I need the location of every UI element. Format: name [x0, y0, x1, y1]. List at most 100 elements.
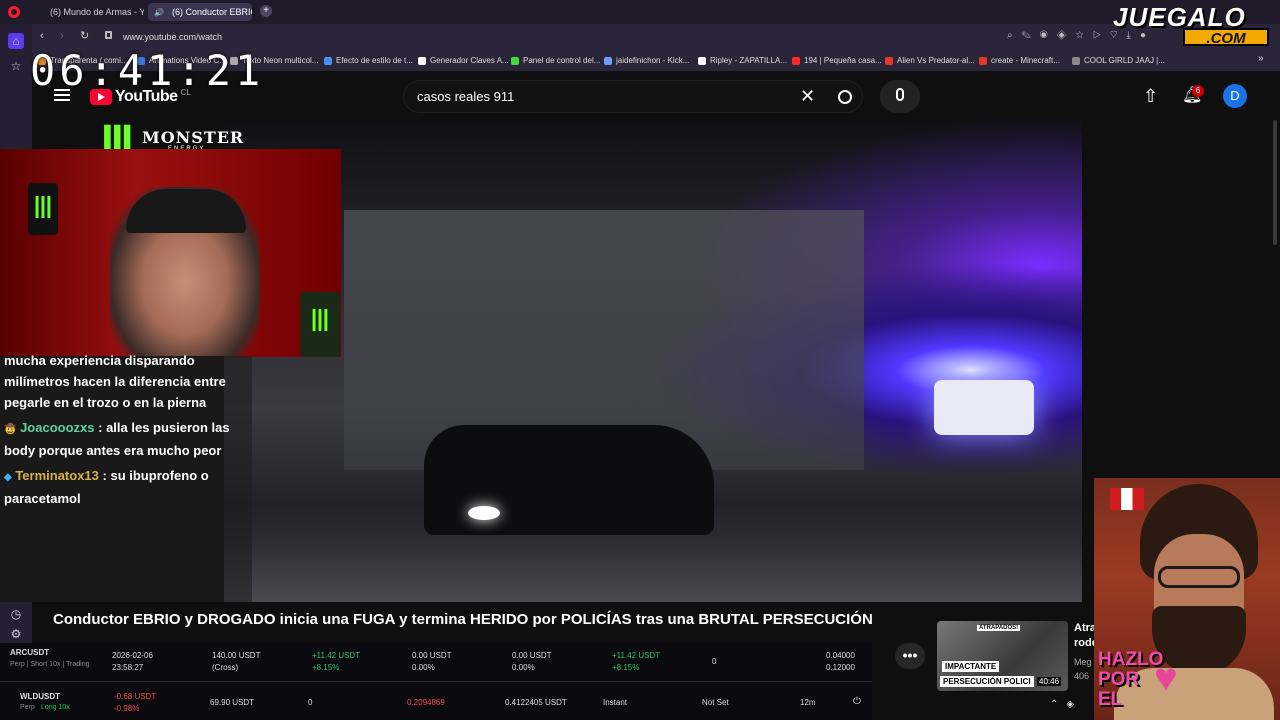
bookmark-item[interactable]: 194 | Pequeña casa...	[792, 54, 882, 67]
lock-icon	[105, 31, 112, 39]
trade-col-a: 0.00 USDT	[412, 651, 452, 660]
juegalo-logo-com: .COM	[1183, 28, 1269, 47]
video-car	[424, 425, 714, 535]
chat-username: Joacooozxs	[20, 420, 95, 435]
reload-icon[interactable]: ↻	[80, 29, 89, 42]
bookmark-item[interactable]: Ripley - ZAPATILLA...	[698, 54, 787, 67]
search-icon[interactable]: ⌕	[1007, 30, 1022, 41]
video-police-car	[934, 380, 1034, 435]
trade-pnl: -0.68 USDT	[114, 692, 157, 701]
stream-clock: 06:41:21	[30, 46, 265, 95]
bookmark-item[interactable]: jaidefinichon - Kick...	[604, 54, 689, 67]
trade-notset[interactable]: Not Set	[702, 698, 729, 707]
video-player[interactable]	[224, 120, 1082, 602]
webcam-can-right: Ⅲ	[300, 292, 340, 357]
account-avatar[interactable]: D	[1223, 84, 1247, 108]
chat-message: ◆ Terminatox13 : su ibuprofeno o paracet…	[4, 465, 252, 509]
trading-panel: ARCUSDT Perp | Short 10x | Trading 2026-…	[0, 643, 872, 720]
bookmark-favicon-icon	[885, 56, 893, 65]
trade-pnl-2-pct: +8.15%	[612, 663, 640, 672]
page-scrollbar[interactable]	[1273, 120, 1277, 245]
avatar-glasses	[1158, 566, 1240, 588]
trade-pnl-2: +11.42 USDT	[612, 651, 661, 660]
speaker-icon: 🔊	[154, 7, 164, 17]
tab-label: (6) Mundo de Armas - Yo	[50, 7, 144, 17]
home-icon[interactable]: ⌂	[8, 33, 24, 49]
thumb-top-label: ATRAPADOS!	[977, 625, 1021, 631]
shield-icon[interactable]: ◈	[1057, 30, 1076, 41]
chat-username: Terminatox13	[15, 468, 99, 483]
settings-icon[interactable]: ⚙	[8, 626, 24, 642]
stream-chat: mucha experiencia disparando milímetros …	[0, 353, 252, 602]
trade-side: Long 10x	[41, 704, 70, 711]
trade-divider	[0, 681, 872, 682]
tab-mundo-de-armas[interactable]: (6) Mundo de Armas - Yo	[40, 3, 144, 21]
trade-col-b: 0.00 USDT	[512, 651, 552, 660]
network-icon[interactable]: ◈	[1066, 699, 1082, 710]
trade-entry: 0.2094869	[407, 698, 445, 707]
trade-pnl: +11.42 USDT	[312, 651, 361, 660]
monster-wordmark: MONSTER	[142, 128, 245, 147]
bookmark-item[interactable]: Efecto de estilo de t...	[324, 54, 413, 67]
back-icon[interactable]: ‹	[40, 30, 44, 42]
bookmark-item[interactable]: Generador Claves A...	[418, 54, 509, 67]
new-tab-button[interactable]: +	[260, 5, 272, 17]
notification-badge: 6	[1192, 85, 1204, 97]
chat-text: mucha experiencia disparando milímetros …	[4, 353, 226, 410]
bookmark-favicon-icon	[604, 56, 612, 65]
microphone-icon	[896, 88, 904, 101]
voice-search-button[interactable]	[880, 80, 920, 113]
trade-mark: 0.4122405 USDT	[505, 698, 567, 707]
opera-logo-icon[interactable]	[8, 6, 20, 18]
search-box: casos reales 911 ✕	[403, 80, 863, 113]
camera-icon[interactable]: ◉	[1040, 30, 1057, 41]
history-icon[interactable]: ◷	[8, 606, 24, 622]
video-headlight	[468, 506, 500, 520]
url-field[interactable]: www.youtube.com/watch	[123, 32, 222, 42]
bookmark-favicon-icon	[324, 56, 332, 65]
trade-date: 2026-02-06	[112, 651, 153, 660]
bookmark-item[interactable]: Alien Vs Predator-al...	[885, 54, 975, 67]
pin-icon[interactable]: ☆	[8, 58, 24, 74]
trade-pnl-pct: +8.15%	[312, 663, 340, 672]
webcam-cap	[126, 189, 246, 233]
trade-size: 69.90 USDT	[210, 698, 255, 707]
bookmark-favicon-icon	[979, 56, 987, 65]
bookmark-item[interactable]: COOL GIRLD JAAJ |...	[1072, 54, 1165, 67]
bookmark-item[interactable]: create - Minecraft...	[979, 54, 1060, 67]
bookmark-favicon-icon	[511, 56, 519, 65]
chat-badge-icon: ◆	[4, 472, 12, 483]
trade-time: 23:58:27	[112, 663, 144, 672]
tab-conductor-ebrio[interactable]: 🔊 (6) Conductor EBRIO ;	[148, 3, 252, 21]
forward-icon[interactable]: ›	[60, 30, 64, 42]
trade-value-2: 0.12000	[826, 663, 855, 672]
trade-col-b-pct: 0.00%	[512, 663, 535, 672]
trade-sub: Perp	[20, 704, 35, 711]
play-icon[interactable]: ▷	[1093, 30, 1110, 41]
recommended-thumbnail[interactable]: ATRAPADOS! IMPACTANTE PERSECUCIÓN POLICI…	[937, 621, 1068, 691]
chevron-up-icon[interactable]: ⌃	[1050, 699, 1066, 710]
bookmark-favicon-icon	[418, 56, 426, 65]
trade-zero: 0	[308, 698, 313, 707]
thumb-line-2: PERSECUCIÓN POLICI	[940, 676, 1034, 687]
trade-timeframe: 12m	[800, 698, 816, 707]
video-road	[224, 538, 1082, 602]
more-options-button[interactable]: •••	[895, 643, 925, 669]
trade-symbol[interactable]: WLDUSDT	[20, 692, 60, 701]
search-icon[interactable]	[838, 90, 852, 104]
streamer-avatar-art: ♥ HAZLO POR EL	[1094, 478, 1280, 720]
clear-search-icon[interactable]: ✕	[800, 86, 815, 107]
edit-icon[interactable]: ✎	[1022, 30, 1040, 41]
star-icon[interactable]: ☆	[1076, 30, 1093, 41]
power-icon[interactable]: ⏻	[853, 696, 861, 707]
trade-mode: (Cross)	[212, 663, 239, 672]
search-input[interactable]: casos reales 911	[417, 89, 514, 104]
bookmark-item[interactable]: Panel de control del...	[511, 54, 600, 67]
bookmarks-overflow-icon[interactable]: »	[1258, 53, 1264, 64]
streamer-webcam: Ⅲ Ⅲ	[0, 149, 341, 357]
trade-instant[interactable]: Instant	[603, 698, 627, 707]
trade-size: 140.00 USDT	[212, 651, 261, 660]
upload-icon[interactable]: ⇧	[1143, 86, 1158, 107]
chat-message: mucha experiencia disparando milímetros …	[4, 350, 252, 413]
trade-symbol[interactable]: ARCUSDT	[10, 648, 49, 657]
